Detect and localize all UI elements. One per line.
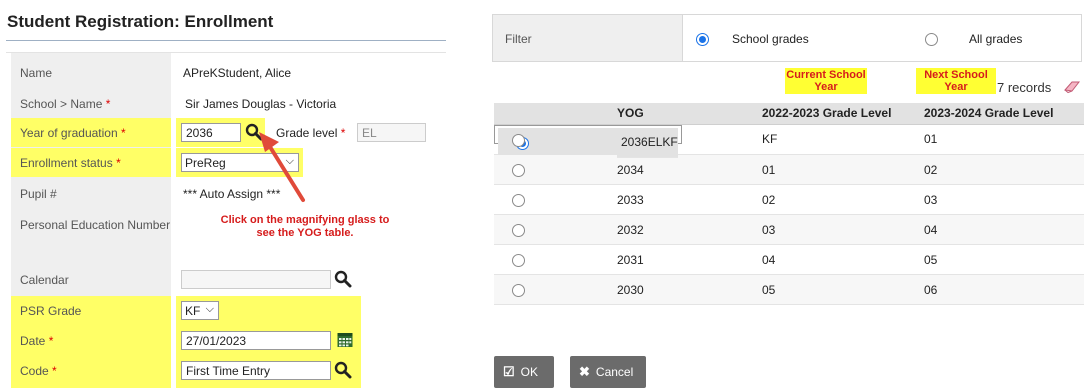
row-radio[interactable] [512,133,525,147]
psr-grade-label: PSR Grade [20,304,82,318]
cancel-button-label: Cancel [595,365,634,379]
table-header-row: YOG 2022-2023 Grade Level 2023-2024 Grad… [494,103,1084,125]
next-grade-cell: 04 [924,214,1084,245]
yog-cell: 2031 [617,244,762,275]
col-current-header[interactable]: 2022-2023 Grade Level [762,103,924,125]
col-yog-header[interactable]: YOG [617,103,762,125]
school-label: School > Name * [20,97,111,111]
table-row[interactable]: 2035 KF 01 [494,124,1084,155]
grade-level-field: EL [357,123,426,142]
name-value: APreKStudent, Alice [183,66,292,80]
current-grade-cell: 05 [762,274,924,305]
name-label: Name [20,66,53,80]
current-grade-cell: 03 [762,214,924,245]
calendar-search-icon[interactable] [334,270,352,288]
table-row[interactable]: 2030 05 06 [494,274,1084,305]
all-grades-label: All grades [969,32,1023,46]
pen-label: Personal Education Number [20,218,171,232]
row-radio[interactable] [512,224,525,237]
eraser-icon[interactable] [1063,80,1081,94]
current-grade-cell: KF [762,124,924,155]
ok-button[interactable]: ☑ OK [494,356,554,388]
school-grades-label: School grades [732,32,809,46]
calendar-field[interactable] [181,270,331,289]
yog-cell: 2034 [617,154,762,185]
yog-field[interactable]: 2036 [181,123,241,142]
cancel-button[interactable]: ✖ Cancel [570,356,646,388]
date-label: Date * [20,334,54,348]
yog-picker-dialog: Filter School grades All grades Current … [484,0,1088,388]
title-divider [6,40,446,41]
yog-table: YOG 2022-2023 Grade Level 2023-2024 Grad… [494,103,1084,305]
psr-grade-select[interactable]: KF ⌵ [181,301,219,320]
page-title: Student Registration: Enrollment [7,12,274,31]
table-row[interactable]: 2034 01 02 [494,154,1084,185]
next-grade-cell: KF [662,127,678,158]
col-next-header[interactable]: 2023-2024 Grade Level [924,103,1084,125]
next-grade-cell: 05 [924,244,1084,275]
current-grade-cell: 02 [762,184,924,215]
filter-bar: Filter School grades All grades [492,14,1082,62]
school-grades-radio[interactable] [696,33,709,46]
school-value: Sir James Douglas - Victoria [185,97,337,111]
annotation-arrow [259,132,305,202]
enrollment-panel: Student Registration: Enrollment Name AP… [0,0,446,388]
col-select-header [494,103,617,125]
table-row[interactable]: 2031 04 05 [494,244,1084,275]
all-grades-radio[interactable] [925,33,938,46]
close-icon: ✖ [579,364,590,379]
ok-button-label: OK [520,365,538,379]
table-row[interactable]: 2032 03 04 [494,214,1084,245]
yog-cell: 2030 [617,274,762,305]
next-year-callout: Next School Year [916,68,996,94]
current-year-callout: Current School Year [785,68,867,94]
code-field[interactable]: First Time Entry [181,361,331,380]
row-radio[interactable] [512,254,525,267]
row-radio[interactable] [512,164,525,177]
next-grade-cell: 06 [924,274,1084,305]
next-grade-cell: 02 [924,154,1084,185]
code-search-icon[interactable] [334,361,352,379]
yog-label: Year of graduation * [20,126,126,140]
enrollment-status-label: Enrollment status * [20,156,121,170]
check-square-icon: ☑ [503,364,515,379]
table-row[interactable]: 2033 02 03 [494,184,1084,215]
chevron-down-icon: ⌵ [205,303,214,315]
yog-cell: 2032 [617,214,762,245]
yog-cell: 2033 [617,184,762,215]
pupil-label: Pupil # [20,187,57,201]
calendar-label: Calendar [20,273,69,287]
date-field[interactable]: 27/01/2023 [181,331,331,350]
current-grade-cell: EL [647,127,663,158]
current-grade-cell: 04 [762,244,924,275]
next-grade-cell: 01 [924,124,1084,155]
next-grade-cell: 03 [924,184,1084,215]
current-grade-cell: 01 [762,154,924,185]
calendar-icon[interactable] [337,332,353,348]
filter-label: Filter [505,32,532,46]
row-radio[interactable] [512,284,525,297]
filter-label-cell: Filter [493,15,683,61]
annotation-note: Click on the magnifying glass to see the… [220,214,390,239]
record-count: 7 records [997,80,1052,95]
code-label: Code * [20,364,57,378]
row-radio[interactable] [512,194,525,207]
yog-cell: 2036 [621,127,648,158]
